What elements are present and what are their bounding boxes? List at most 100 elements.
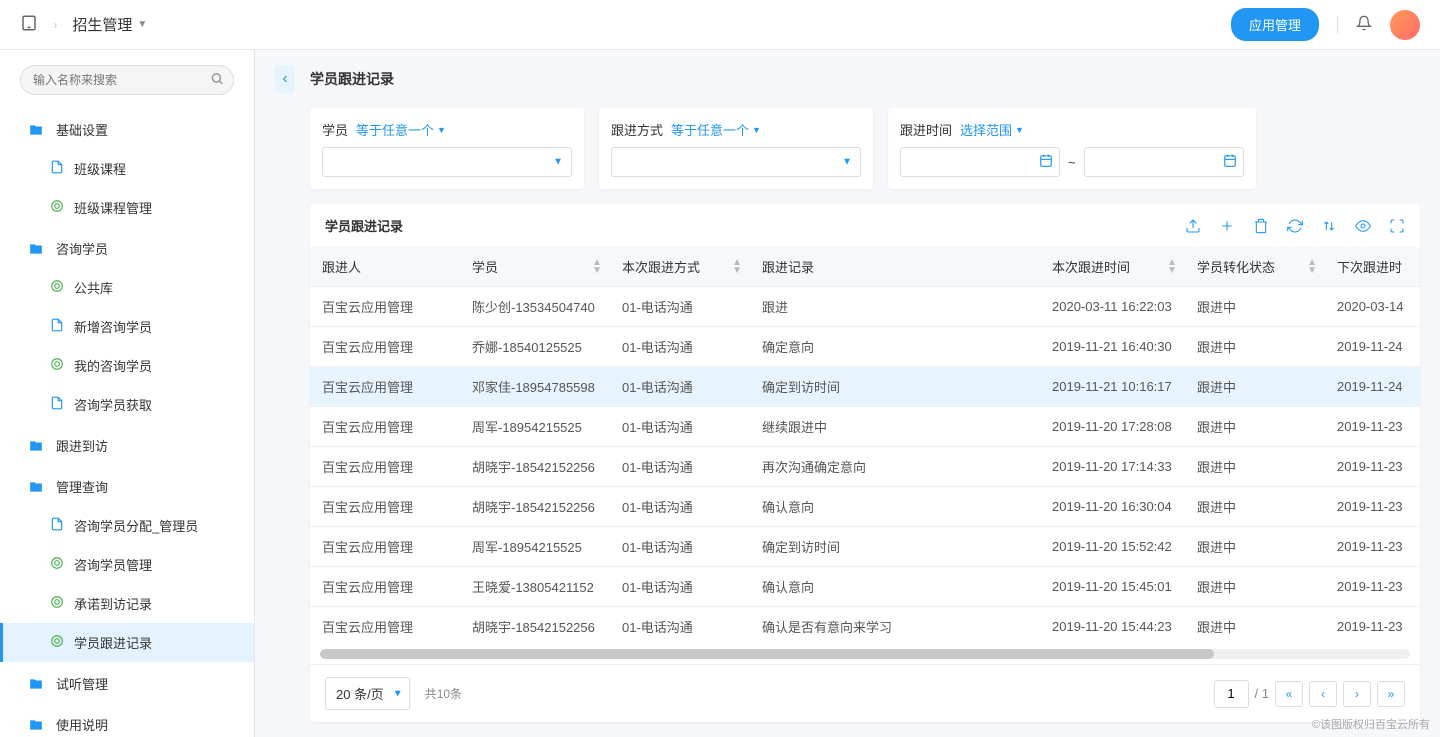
calendar-icon	[1223, 154, 1237, 171]
col-next[interactable]: 下次跟进时	[1325, 247, 1420, 287]
bell-icon[interactable]	[1356, 15, 1372, 34]
filter-date-from[interactable]	[900, 147, 1060, 177]
table-row[interactable]: 百宝云应用管理邓家佳-1895478559801-电话沟通确定到访时间2019-…	[310, 367, 1420, 407]
table-cell: 王晓爱-13805421152	[460, 567, 610, 607]
target-icon	[50, 199, 64, 216]
export-icon[interactable]	[1185, 218, 1201, 234]
page-input[interactable]	[1214, 680, 1249, 708]
prev-page-button[interactable]: ‹	[1309, 681, 1337, 707]
refresh-icon[interactable]	[1287, 218, 1303, 234]
target-icon	[50, 357, 64, 374]
filter-operator[interactable]: 等于任意一个▼	[356, 120, 446, 139]
table-cell: 胡晓宇-18542152256	[460, 607, 610, 645]
tablet-icon[interactable]	[20, 14, 38, 35]
table-cell: 跟进中	[1185, 607, 1325, 645]
table-row[interactable]: 百宝云应用管理胡晓宇-1854215225601-电话沟通确认意向2019-11…	[310, 487, 1420, 527]
table-row[interactable]: 百宝云应用管理胡晓宇-1854215225601-电话沟通确认是否有意向来学习2…	[310, 607, 1420, 645]
table-cell: 确定到访时间	[750, 367, 1040, 407]
table-cell: 2019-11-20 15:45:01	[1040, 567, 1185, 607]
table-cell: 01-电话沟通	[610, 607, 750, 645]
back-button[interactable]: ‹	[275, 65, 295, 93]
table-cell: 01-电话沟通	[610, 407, 750, 447]
table-cell: 再次沟通确定意向	[750, 447, 1040, 487]
app-manage-button[interactable]: 应用管理	[1231, 8, 1319, 41]
nav-folder-query[interactable]: 管理查询	[0, 467, 254, 506]
table-cell: 百宝云应用管理	[310, 487, 460, 527]
table-cell: 周军-18954215525	[460, 527, 610, 567]
nav-folder-followup[interactable]: 跟进到访	[0, 426, 254, 465]
nav-item-public-pool[interactable]: 公共库	[0, 268, 254, 307]
table-cell: 百宝云应用管理	[310, 287, 460, 327]
col-record[interactable]: 跟进记录	[750, 247, 1040, 287]
nav-item-class-course-mgmt[interactable]: 班级课程管理	[0, 188, 254, 227]
plus-icon[interactable]	[1219, 218, 1235, 234]
nav-item-visit-record[interactable]: 承诺到访记录	[0, 584, 254, 623]
trash-icon[interactable]	[1253, 218, 1269, 234]
table-row[interactable]: 百宝云应用管理胡晓宇-1854215225601-电话沟通再次沟通确定意向201…	[310, 447, 1420, 487]
nav-item-add-student[interactable]: 新增咨询学员	[0, 307, 254, 346]
table-cell: 百宝云应用管理	[310, 447, 460, 487]
table-cell: 01-电话沟通	[610, 447, 750, 487]
nav-item-followup-record[interactable]: 学员跟进记录	[0, 623, 254, 662]
caret-down-icon: ▼	[553, 157, 563, 168]
nav-item-my-students[interactable]: 我的咨询学员	[0, 346, 254, 385]
table-row[interactable]: 百宝云应用管理王晓爱-1380542115201-电话沟通确认意向2019-11…	[310, 567, 1420, 607]
scrollbar-thumb[interactable]	[320, 649, 1214, 659]
search-icon[interactable]	[210, 72, 224, 89]
nav-item-consult-mgmt[interactable]: 咨询学员管理	[0, 545, 254, 584]
sort-icon[interactable]	[1321, 218, 1337, 234]
col-method[interactable]: 本次跟进方式▲▼	[610, 247, 750, 287]
next-page-button[interactable]: ›	[1343, 681, 1371, 707]
filter-time: 跟进时间选择范围▼ ~	[888, 108, 1256, 189]
caret-down-icon: ▼	[137, 19, 147, 30]
table-cell: 百宝云应用管理	[310, 607, 460, 645]
col-student[interactable]: 学员▲▼	[460, 247, 610, 287]
eye-icon[interactable]	[1355, 218, 1371, 234]
col-status[interactable]: 学员转化状态▲▼	[1185, 247, 1325, 287]
search-input[interactable]	[20, 65, 234, 95]
nav-folder-basic[interactable]: 基础设置	[0, 110, 254, 149]
nav-folder-usage[interactable]: 使用说明	[0, 705, 254, 737]
fullscreen-icon[interactable]	[1389, 218, 1405, 234]
sort-icon: ▲▼	[732, 259, 742, 275]
page-size-select[interactable]: 20 条/页▼	[325, 677, 410, 710]
filter-student-input[interactable]: ▼	[322, 147, 572, 177]
filter-operator[interactable]: 等于任意一个▼	[671, 120, 761, 139]
table-cell: 跟进中	[1185, 407, 1325, 447]
nav-item-assign-admin[interactable]: 咨询学员分配_管理员	[0, 506, 254, 545]
filter-operator[interactable]: 选择范围▼	[960, 120, 1024, 139]
table-cell: 跟进中	[1185, 367, 1325, 407]
avatar[interactable]	[1390, 10, 1420, 40]
nav-folder-trial[interactable]: 试听管理	[0, 664, 254, 703]
last-page-button[interactable]: »	[1377, 681, 1405, 707]
breadcrumb-title[interactable]: 招生管理 ▼	[72, 14, 147, 35]
table-row[interactable]: 百宝云应用管理周军-1895421552501-电话沟通确定到访时间2019-1…	[310, 527, 1420, 567]
col-follower[interactable]: 跟进人	[310, 247, 460, 287]
table-cell: 2019-11-23	[1325, 407, 1420, 447]
target-icon	[50, 595, 64, 612]
copyright: ©该图版权归百宝云所有	[1312, 716, 1430, 732]
table-row[interactable]: 百宝云应用管理乔娜-1854012552501-电话沟通确定意向2019-11-…	[310, 327, 1420, 367]
table-cell: 2019-11-21 10:16:17	[1040, 367, 1185, 407]
filter-method-input[interactable]: ▼	[611, 147, 861, 177]
sidebar: 基础设置 班级课程 班级课程管理 咨询学员 公共库 新增咨询学员 我的咨询学员 …	[0, 50, 255, 737]
table-cell: 2019-11-23	[1325, 487, 1420, 527]
table-cell: 01-电话沟通	[610, 327, 750, 367]
document-icon	[50, 160, 64, 177]
horizontal-scrollbar[interactable]	[320, 649, 1410, 659]
table-row[interactable]: 百宝云应用管理周军-1895421552501-电话沟通继续跟进中2019-11…	[310, 407, 1420, 447]
col-time[interactable]: 本次跟进时间▲▼	[1040, 247, 1185, 287]
caret-down-icon: ▼	[752, 125, 761, 135]
page-total: / 1	[1255, 686, 1269, 701]
filters: 学员等于任意一个▼ ▼ 跟进方式等于任意一个▼ ▼ 跟进时间选择范围▼ ~	[255, 108, 1440, 204]
table-row[interactable]: 百宝云应用管理陈少创-1353450474001-电话沟通跟进2020-03-1…	[310, 287, 1420, 327]
nav-item-acquire-student[interactable]: 咨询学员获取	[0, 385, 254, 424]
table-cell: 01-电话沟通	[610, 527, 750, 567]
nav-item-class-course[interactable]: 班级课程	[0, 149, 254, 188]
first-page-button[interactable]: «	[1275, 681, 1303, 707]
table-cell: 百宝云应用管理	[310, 327, 460, 367]
nav-folder-consult[interactable]: 咨询学员	[0, 229, 254, 268]
table-cell: 周军-18954215525	[460, 407, 610, 447]
filter-date-to[interactable]	[1084, 147, 1244, 177]
caret-down-icon: ▼	[842, 157, 852, 168]
